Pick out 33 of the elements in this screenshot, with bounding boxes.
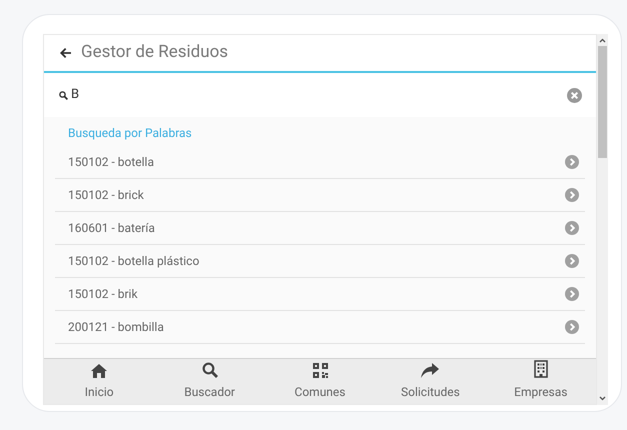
nav-tab[interactable]: Inicio <box>44 359 154 404</box>
result-row[interactable]: 150102 - botella plástico <box>55 245 585 278</box>
result-row[interactable]: 150102 - brick <box>55 179 585 212</box>
result-row[interactable]: 150102 - botella <box>55 146 585 179</box>
nav-tab[interactable]: Empresas <box>486 359 596 404</box>
nav-tab[interactable]: Comunes <box>264 359 376 404</box>
scroll-thumb[interactable] <box>598 46 607 158</box>
house-icon <box>91 364 108 378</box>
search-field[interactable]: B <box>44 73 596 117</box>
curved-arrow-icon <box>421 363 440 378</box>
result-row[interactable]: 150102 - brik <box>55 278 585 311</box>
search-icon <box>59 90 68 100</box>
clear-icon[interactable] <box>567 88 582 102</box>
nav-tab[interactable]: Buscador <box>154 359 265 404</box>
page-title: Gestor de Residuos <box>81 41 228 64</box>
chevron-icon <box>565 287 579 301</box>
scroll-up-icon[interactable] <box>599 38 606 43</box>
qr-code-icon <box>312 363 328 378</box>
result-row[interactable]: 160601 - batería <box>55 212 585 245</box>
chevron-icon <box>565 188 579 202</box>
section-label: Busqueda por Palabras <box>67 125 193 142</box>
result-row[interactable]: 200121 - bombilla <box>55 311 585 344</box>
nav-tab[interactable]: Solicitudes <box>375 359 486 404</box>
search-input[interactable]: B <box>71 85 567 105</box>
back-arrow-icon[interactable] <box>60 48 71 58</box>
chevron-icon <box>565 221 579 235</box>
scrollbar[interactable] <box>597 34 608 405</box>
building-icon <box>534 360 548 378</box>
chevron-icon <box>565 254 579 268</box>
scroll-down-icon[interactable] <box>599 396 606 401</box>
chevron-icon <box>565 320 579 334</box>
chevron-icon <box>565 155 579 169</box>
search-icon <box>202 362 218 378</box>
